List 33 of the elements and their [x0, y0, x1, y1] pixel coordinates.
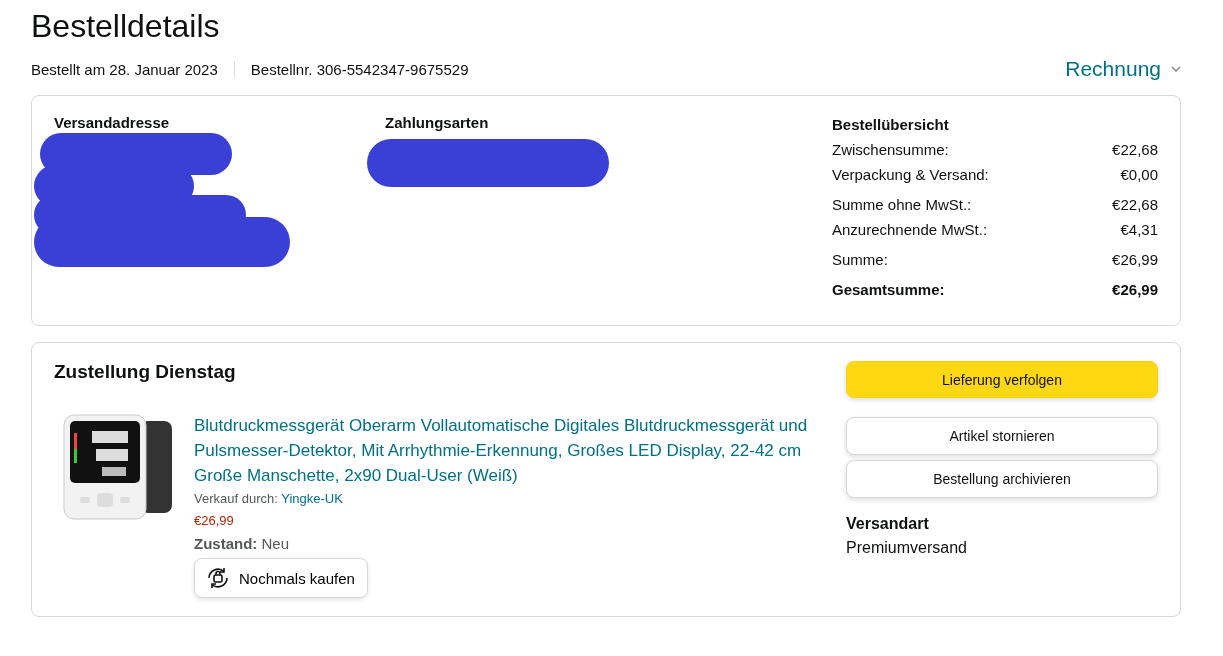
summary-label: Anzurechnende MwSt.:	[832, 220, 988, 240]
invoice-menu[interactable]: Rechnung	[1065, 57, 1181, 81]
section-heading: Versandadresse	[54, 114, 171, 131]
shipping-method: Premiumversand	[846, 539, 968, 557]
summary-label: Summe:	[832, 250, 888, 270]
product-link[interactable]: Blutdruckmessgerät Oberarm Vollautomatische Digitales Blutdruckmessgerät und Pulsmesser-Detektor, Mit Arrhythmie-Erkennung, Großes LED Display, 22-42 cm Große Manschette, 2x90 Dual-User (Weiß)	[194, 413, 824, 488]
summary-value: €4,31	[1120, 220, 1158, 240]
section-heading: Bestellübersicht	[832, 116, 950, 133]
buy-again-button[interactable]: Nochmals kaufen	[194, 558, 368, 598]
track-package-button[interactable]: Lieferung verfolgen	[846, 361, 1158, 398]
summary-label: Summe ohne MwSt.:	[832, 195, 972, 215]
summary-label: Verpackung & Versand:	[832, 165, 989, 185]
page-title: Bestelldetails	[31, 8, 221, 45]
chevron-down-icon	[1171, 66, 1181, 72]
action-button[interactable]: Bestellung archivieren	[846, 460, 1158, 498]
buy-again-icon	[205, 565, 231, 591]
condition-line: Zustand: Neu	[194, 534, 291, 554]
summary-value: €0,00	[1120, 165, 1158, 185]
summary-value: €26,99	[1112, 250, 1158, 270]
seller-link[interactable]: Yingke-UK	[281, 491, 343, 506]
action-button[interactable]: Artikel stornieren	[846, 417, 1158, 455]
summary-value: €26,99	[1112, 280, 1158, 300]
summary-value: €22,68	[1112, 195, 1158, 215]
section-heading: Versandart	[846, 515, 930, 533]
section-heading: Zahlungsarten	[385, 114, 490, 131]
order-meta: Bestellt am 28. Januar 2023	[31, 60, 219, 78]
seller-line: Verkauf durch: Yingke-UK	[194, 490, 344, 508]
summary-value: €22,68	[1112, 140, 1158, 160]
delivery-heading: Zustellung Dienstag	[54, 361, 237, 383]
item-price: €26,99	[194, 512, 235, 530]
summary-label: Gesamtsumme:	[832, 280, 945, 300]
order-meta: Bestellnr. 306-5542347-9675529	[233, 60, 485, 78]
summary-label: Zwischensumme:	[832, 140, 949, 160]
